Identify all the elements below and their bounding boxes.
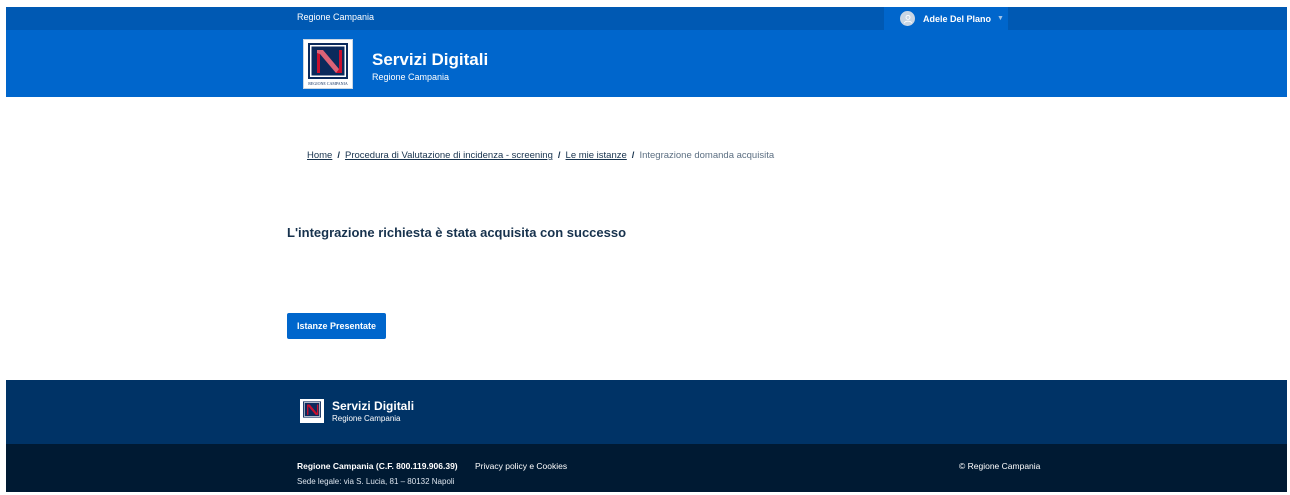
brand-title[interactable]: Servizi Digitali [372,50,488,70]
footer-org: Regione Campania (C.F. 800.119.906.39) [297,461,458,471]
header: REGIONE CAMPANIA Servizi Digitali Region… [6,30,1287,97]
breadcrumb-separator: / [337,150,340,161]
privacy-link[interactable]: Privacy policy e Cookies [475,461,567,471]
breadcrumb-separator: / [557,150,561,161]
footer-top: Servizi Digitali Regione Campania [6,380,1287,444]
footer-title: Servizi Digitali [332,399,415,413]
chevron-down-icon: ▼ [997,15,1004,22]
istanze-presentate-button[interactable]: Istanze Presentate [287,313,386,339]
breadcrumb-separator: / [631,150,635,161]
footer-bottom: Regione Campania (C.F. 800.119.906.39) S… [6,444,1287,492]
success-message: L'integrazione richiesta è stata acquisi… [287,225,627,240]
user-menu[interactable]: Adele Del Plano ▼ [884,7,1008,30]
region-link[interactable]: Regione Campania [297,12,374,22]
breadcrumb-le-mie-istanze[interactable]: Le mie istanze [566,150,627,161]
top-bar: Regione Campania Adele Del Plano ▼ [6,7,1287,30]
regione-campania-logo[interactable]: REGIONE CAMPANIA [303,39,353,89]
breadcrumb-home[interactable]: Home [307,150,332,161]
user-avatar-icon [900,11,915,26]
breadcrumb: Home / Procedura di Valutazione di inciden… [307,150,774,161]
breadcrumb-current: Integrazione domanda acquisita [639,150,775,161]
footer-subtitle: Regione Campania [332,414,401,423]
user-name: Adele Del Plano [923,13,992,24]
logo-text: REGIONE CAMPANIA [308,81,348,86]
brand-subtitle: Regione Campania [372,72,450,82]
footer-copyright: © Regione Campania [959,461,1041,471]
footer-address: Sede legale: via S. Lucia, 81 – 80132 Na… [297,477,455,486]
footer-logo[interactable] [300,399,324,423]
breadcrumb-procedura[interactable]: Procedura di Valutazione di incidenza - … [345,150,553,161]
